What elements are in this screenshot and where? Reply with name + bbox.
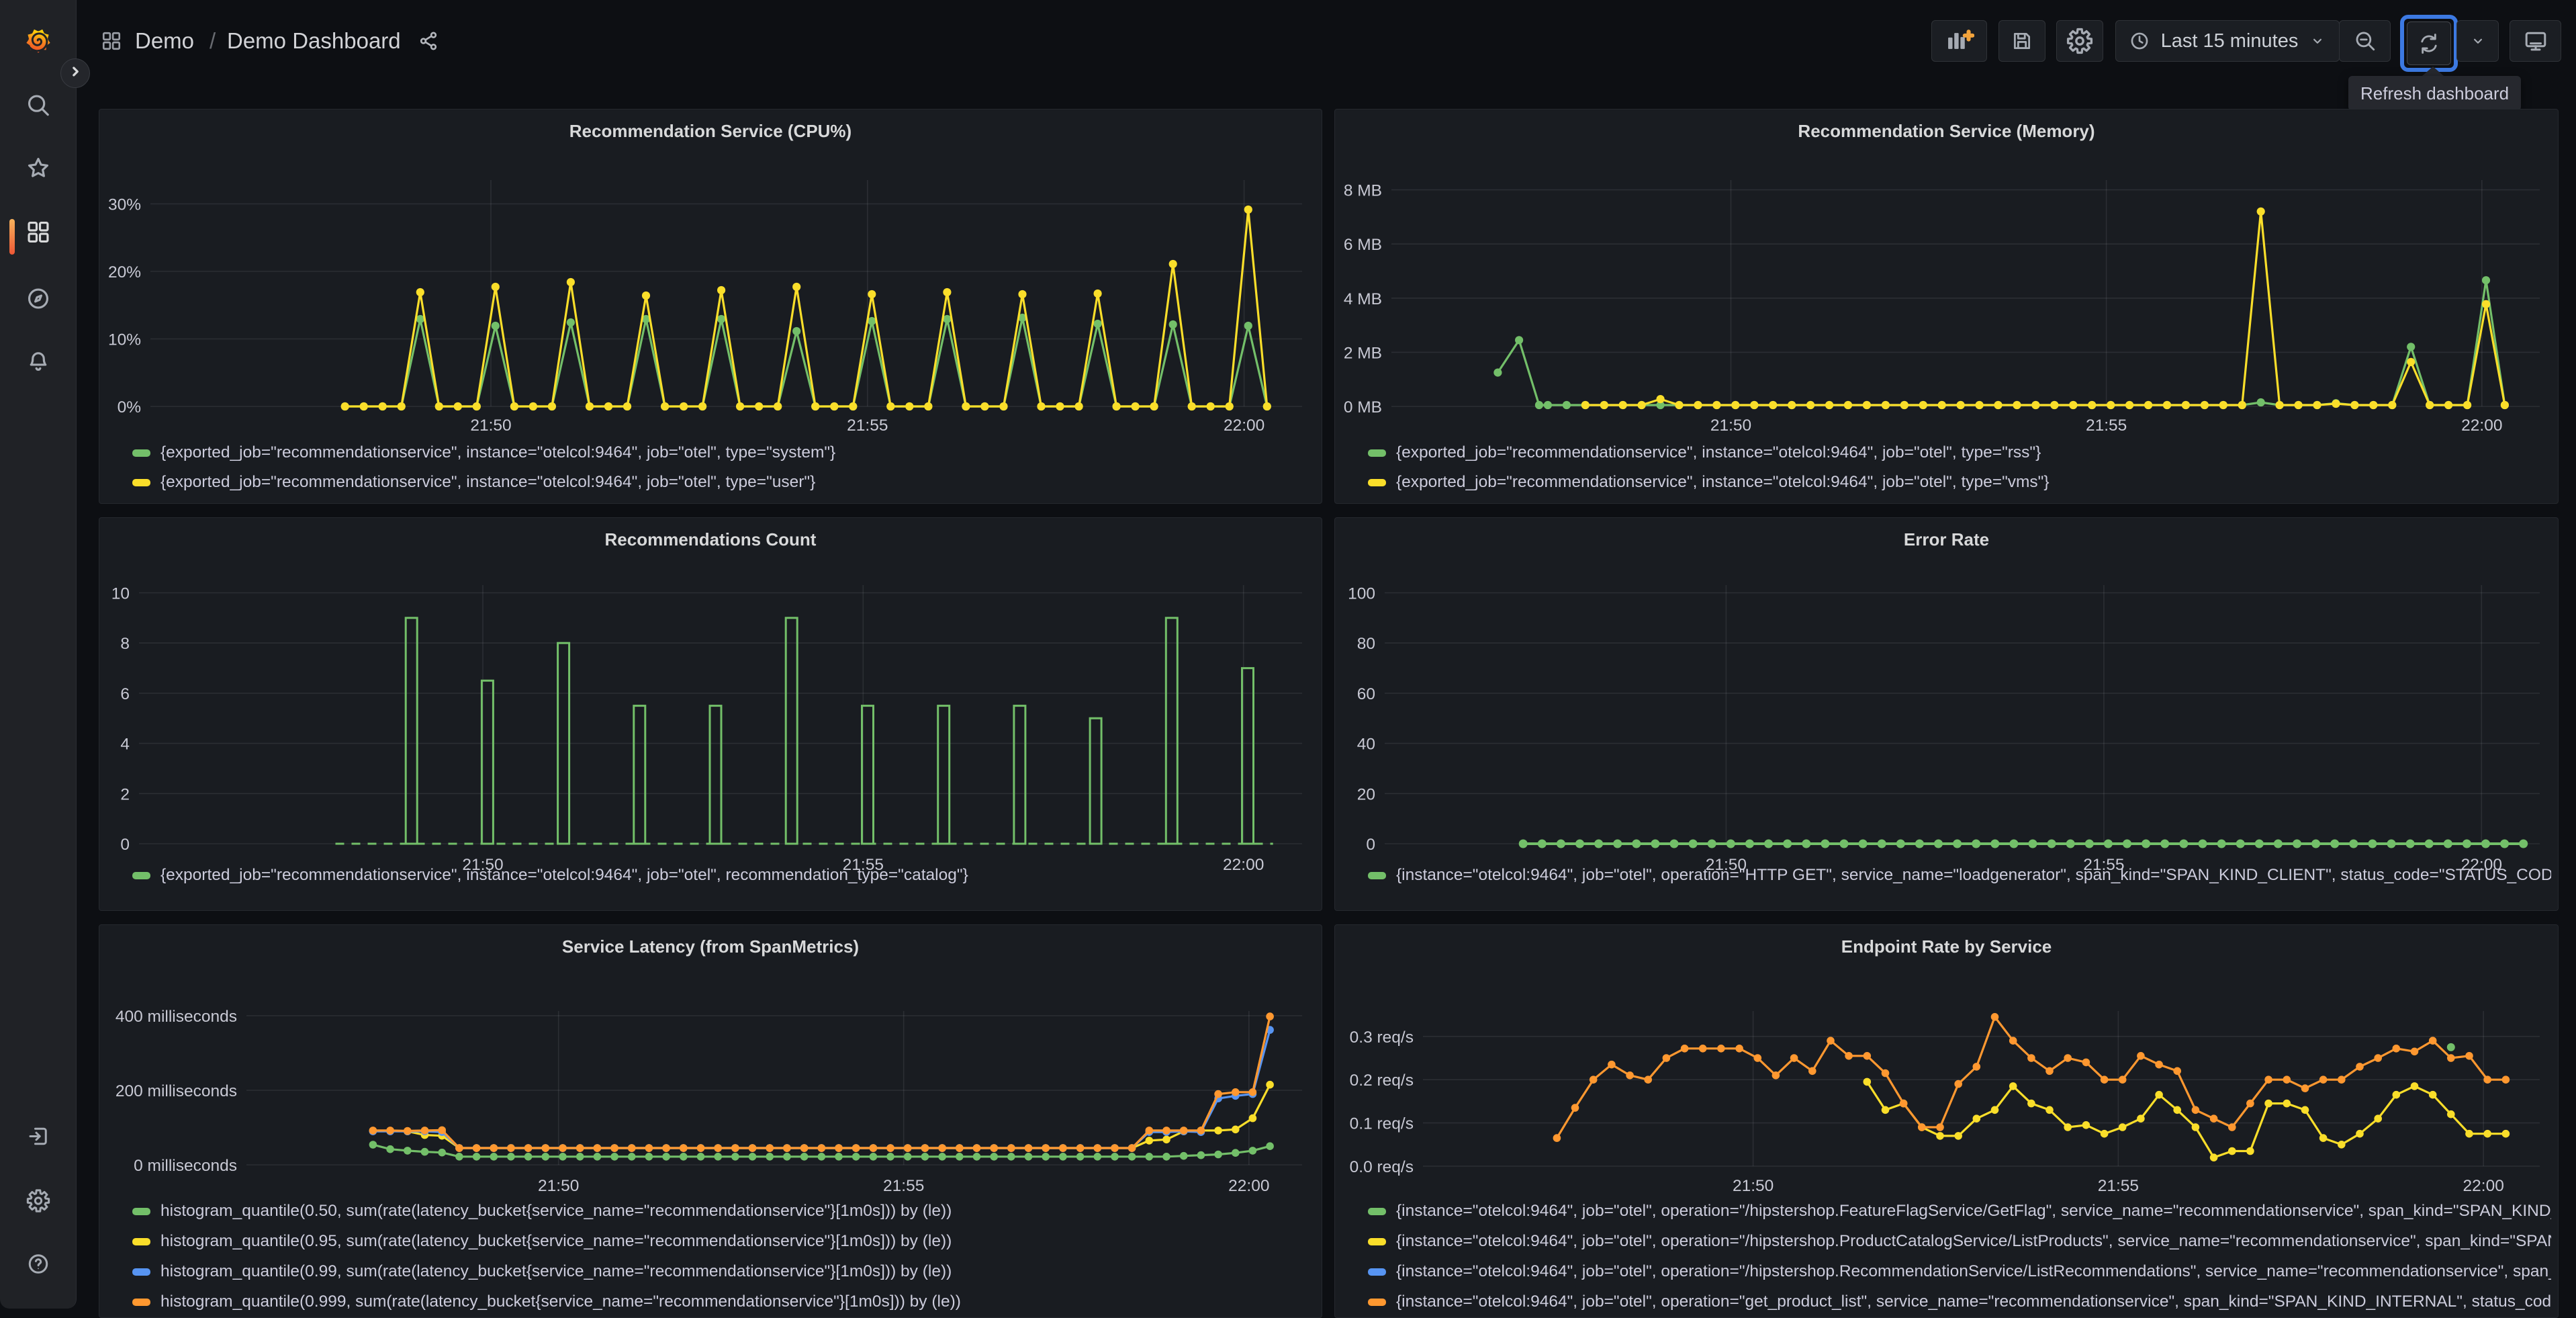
svg-text:8: 8 xyxy=(120,635,130,653)
svg-text:21:50: 21:50 xyxy=(538,1177,579,1195)
svg-text:6: 6 xyxy=(120,685,130,703)
svg-text:22:00: 22:00 xyxy=(1228,1177,1269,1195)
svg-text:21:55: 21:55 xyxy=(847,416,888,435)
svg-text:0: 0 xyxy=(120,836,130,854)
svg-text:0.3 req/s: 0.3 req/s xyxy=(1350,1028,1414,1047)
svg-text:8 MB: 8 MB xyxy=(1344,182,1382,200)
svg-text:2: 2 xyxy=(120,785,130,803)
svg-text:4 MB: 4 MB xyxy=(1344,290,1382,308)
svg-text:0.2 req/s: 0.2 req/s xyxy=(1350,1071,1414,1090)
svg-text:100: 100 xyxy=(1348,585,1375,603)
svg-text:40: 40 xyxy=(1357,736,1375,754)
svg-text:0: 0 xyxy=(1366,836,1375,854)
svg-text:80: 80 xyxy=(1357,635,1375,653)
svg-text:400 milliseconds: 400 milliseconds xyxy=(116,1008,237,1026)
svg-text:4: 4 xyxy=(120,736,130,754)
svg-text:60: 60 xyxy=(1357,685,1375,703)
svg-text:0.1 req/s: 0.1 req/s xyxy=(1350,1115,1414,1133)
svg-text:200 milliseconds: 200 milliseconds xyxy=(116,1082,237,1100)
svg-text:21:55: 21:55 xyxy=(883,1177,924,1195)
svg-text:0%: 0% xyxy=(118,398,141,416)
svg-text:0 MB: 0 MB xyxy=(1344,398,1382,416)
svg-text:10: 10 xyxy=(111,585,130,603)
svg-text:21:50: 21:50 xyxy=(470,416,511,435)
svg-text:22:00: 22:00 xyxy=(2461,416,2502,435)
svg-text:10%: 10% xyxy=(108,331,141,349)
svg-text:0.0 req/s: 0.0 req/s xyxy=(1350,1158,1414,1176)
svg-text:20%: 20% xyxy=(108,263,141,281)
svg-text:22:00: 22:00 xyxy=(2463,1177,2504,1195)
svg-text:21:50: 21:50 xyxy=(1733,1177,1774,1195)
svg-text:0 milliseconds: 0 milliseconds xyxy=(134,1157,237,1175)
svg-text:21:55: 21:55 xyxy=(2086,416,2127,435)
svg-text:22:00: 22:00 xyxy=(1224,416,1264,435)
svg-text:20: 20 xyxy=(1357,785,1375,803)
svg-text:6 MB: 6 MB xyxy=(1344,236,1382,254)
svg-text:21:50: 21:50 xyxy=(1710,416,1751,435)
svg-text:30%: 30% xyxy=(108,196,141,214)
svg-text:2 MB: 2 MB xyxy=(1344,344,1382,362)
svg-text:21:55: 21:55 xyxy=(2098,1177,2139,1195)
